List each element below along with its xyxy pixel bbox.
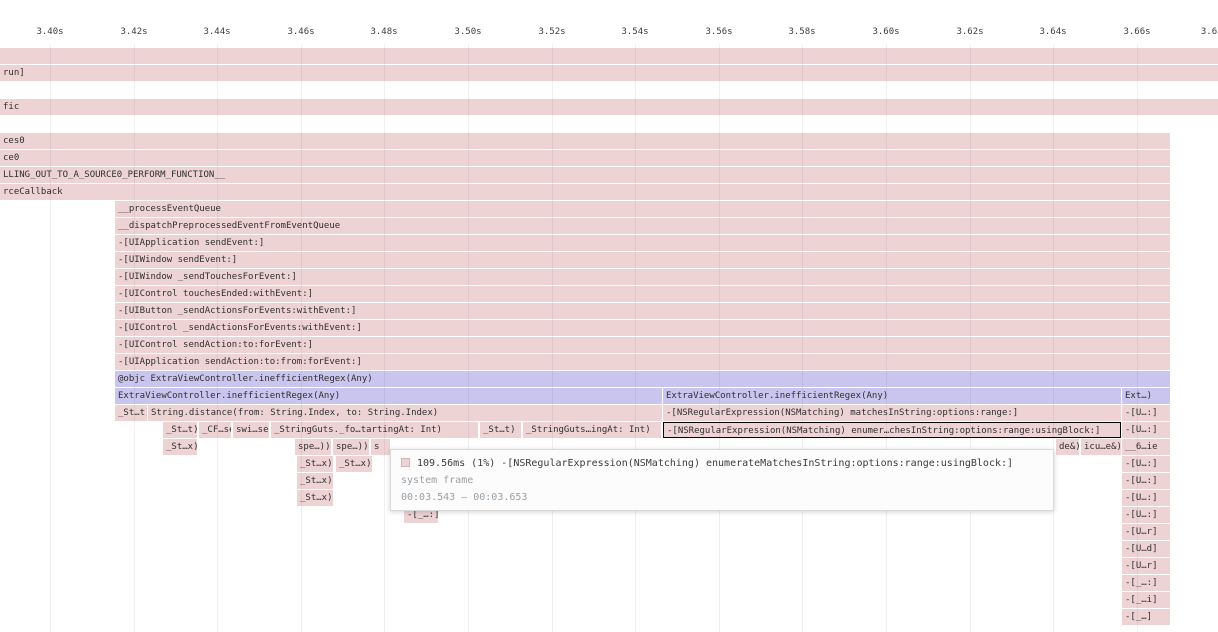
flame-bar[interactable]: spe…))	[295, 439, 331, 455]
flame-bar[interactable]: -[U…:]	[1122, 422, 1170, 438]
time-label: 3.50s	[454, 27, 481, 37]
flame-bar[interactable]: ce0	[0, 150, 1170, 166]
flame-graph-view: run] fic ces0ce0LLING_OUT_TO_A_SOURCE0_PER…	[0, 0, 1218, 632]
flame-bar[interactable]: spe…))	[333, 439, 369, 455]
flame-bar[interactable]: swi…se	[233, 422, 269, 438]
flame-bar-selected[interactable]: -[NSRegularExpression(NSMatching) enumer…	[663, 422, 1121, 438]
flame-chart: run] fic ces0ce0LLING_OUT_TO_A_SOURCE0_PER…	[0, 0, 1218, 632]
flame-bar[interactable]: fic	[0, 99, 1218, 115]
flame-bar[interactable]: -[UIApplication sendEvent:]	[115, 235, 1170, 251]
time-label: 3.48s	[370, 27, 397, 37]
flame-bar[interactable]: -[U…:]	[1122, 456, 1170, 472]
flame-bar[interactable]: -[_…i]	[1122, 592, 1170, 608]
frame-color-swatch	[401, 458, 410, 467]
flame-bar[interactable]: run]	[0, 65, 1218, 81]
time-label: 3.62s	[956, 27, 983, 37]
flame-bar[interactable]: ces0	[0, 133, 1170, 149]
flame-bar[interactable]: @objc ExtraViewController.inefficientReg…	[115, 371, 1170, 387]
flame-bar[interactable]: -[UIControl sendAction:to:forEvent:]	[115, 337, 1170, 353]
flame-bar[interactable]: _St…x)	[336, 456, 372, 472]
flame-bar[interactable]: _St…t)	[163, 422, 197, 438]
time-label: 3.46s	[287, 27, 314, 37]
time-label: 3.6	[1201, 27, 1217, 37]
flame-bar[interactable]: -[UIApplication sendAction:to:from:forEv…	[115, 354, 1170, 370]
flame-bar[interactable]: Ext…)	[1122, 388, 1170, 404]
time-label: 3.60s	[872, 27, 899, 37]
flame-bar[interactable]: -[U…d]	[1122, 541, 1170, 557]
flame-bar[interactable]: -[UIControl touchesEnded:withEvent:]	[115, 286, 1170, 302]
flame-bar[interactable]: -[NSRegularExpression(NSMatching) matche…	[663, 405, 1121, 421]
flame-bar[interactable]: _StringGuts._fo…tartingAt: Int)	[271, 422, 478, 438]
time-label: 3.58s	[788, 27, 815, 37]
flame-bar[interactable]: _St…x)	[297, 456, 333, 472]
tooltip-title: 109.56ms (1%) -[NSRegularExpression(NSMa…	[417, 458, 1013, 469]
time-label: 3.42s	[120, 27, 147, 37]
time-label: 3.56s	[705, 27, 732, 37]
flame-bar[interactable]: icu…e&)	[1081, 439, 1121, 455]
flame-bar[interactable]: _StringGuts…ingAt: Int)	[523, 422, 661, 438]
flame-bar[interactable]: _St…x)	[297, 490, 333, 506]
time-ruler[interactable]: 3.40s 3.42s 3.44s 3.46s 3.48s 3.50s 3.52s 3.54s…	[0, 0, 1218, 44]
flame-bar[interactable]: String.distance(from: String.Index, to: …	[148, 405, 662, 421]
time-label: 3.54s	[621, 27, 648, 37]
flame-bar[interactable]: -[_…:]	[1122, 575, 1170, 591]
flame-bar[interactable]: -[UIWindow sendEvent:]	[115, 252, 1170, 268]
time-label: 3.66s	[1123, 27, 1150, 37]
flame-bar[interactable]: -[UIButton _sendActionsForEvents:withEve…	[115, 303, 1170, 319]
flame-bar[interactable]	[0, 48, 1218, 64]
flame-bar[interactable]: __processEventQueue	[115, 201, 1170, 217]
tooltip-title-row: 109.56ms (1%) -[NSRegularExpression(NSMa…	[401, 455, 1043, 472]
flame-bar[interactable]: _St…t)	[115, 405, 147, 421]
time-label: 3.40s	[36, 27, 63, 37]
flame-bar[interactable]: s	[371, 439, 390, 455]
flame-bar[interactable]: -[U…r]	[1122, 524, 1170, 540]
flame-bar[interactable]: ExtraViewController.inefficientRegex(Any…	[663, 388, 1121, 404]
flame-bar[interactable]: LLING_OUT_TO_A_SOURCE0_PERFORM_FUNCTION_…	[0, 167, 1170, 183]
tooltip-frame-kind: system frame	[401, 472, 1043, 489]
flame-bar[interactable]: -[U…:]	[1122, 490, 1170, 506]
flame-bar[interactable]: -[U…:]	[1122, 405, 1170, 421]
time-label: 3.64s	[1039, 27, 1066, 37]
flame-bar[interactable]: rceCallback	[0, 184, 1170, 200]
tooltip: 109.56ms (1%) -[NSRegularExpression(NSMa…	[390, 449, 1054, 511]
tooltip-time-range: 00:03.543 — 00:03.653	[401, 489, 1043, 506]
flame-bar[interactable]: -[U…:]	[1122, 507, 1170, 523]
flame-bar[interactable]: __6…ie	[1122, 439, 1170, 455]
time-label: 3.44s	[203, 27, 230, 37]
flame-bar[interactable]: -[U…r]	[1122, 558, 1170, 574]
flame-bar[interactable]: -[UIControl _sendActionsForEvents:withEv…	[115, 320, 1170, 336]
flame-bar[interactable]: ExtraViewController.inefficientRegex(Any…	[115, 388, 662, 404]
flame-bar[interactable]: -[_…]	[1122, 609, 1170, 625]
flame-bar[interactable]: _CF…se	[199, 422, 231, 438]
flame-bar[interactable]: de&)	[1056, 439, 1079, 455]
flame-bar[interactable]: _St…x)	[163, 439, 197, 455]
flame-bar[interactable]: _St…t)	[480, 422, 521, 438]
flame-bar[interactable]: -[UIWindow _sendTouchesForEvent:]	[115, 269, 1170, 285]
flame-bar[interactable]: __dispatchPreprocessedEventFromEventQueu…	[115, 218, 1170, 234]
flame-bar[interactable]: -[U…:]	[1122, 473, 1170, 489]
flame-bar[interactable]: _St…x)	[297, 473, 333, 489]
time-label: 3.52s	[538, 27, 565, 37]
